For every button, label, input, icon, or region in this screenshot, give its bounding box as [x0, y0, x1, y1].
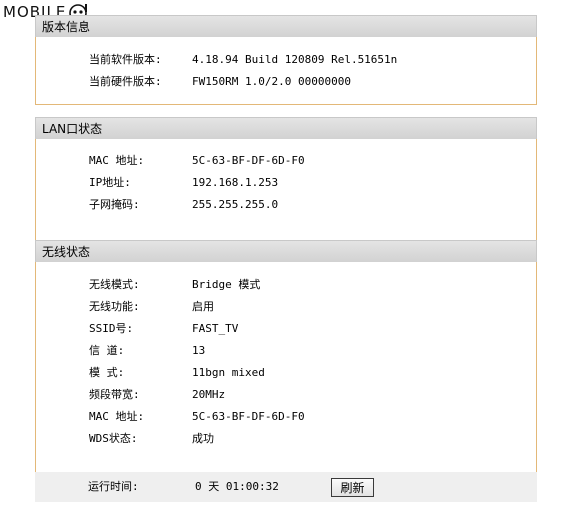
- row-label: 模 式:: [89, 366, 125, 379]
- wireless-function-row: 无线功能: 启用: [89, 298, 214, 316]
- row-label: 无线模式:: [89, 278, 140, 291]
- version-info-panel: 版本信息 当前软件版本: 4.18.94 Build 120809 Rel.516…: [35, 15, 537, 105]
- panel-title: 版本信息: [35, 15, 537, 37]
- panel-body: 当前软件版本: 4.18.94 Build 120809 Rel.51651n 当…: [35, 37, 537, 105]
- refresh-button[interactable]: 刷新: [331, 478, 374, 497]
- row-label: 当前软件版本:: [89, 53, 162, 66]
- row-value: 192.168.1.253: [192, 176, 279, 189]
- uptime-value: 0 天 01:00:32: [195, 480, 279, 493]
- row-value: FAST_TV: [192, 322, 239, 335]
- row-value: 13: [192, 344, 206, 357]
- software-version-row: 当前软件版本: 4.18.94 Build 120809 Rel.51651n: [89, 51, 397, 69]
- row-value: 启用: [192, 300, 214, 313]
- bandwidth-row: 频段带宽: 20MHz: [89, 386, 225, 404]
- row-value: 4.18.94 Build 120809 Rel.51651n: [192, 53, 398, 66]
- wireless-mode-row: 无线模式: Bridge 模式: [89, 276, 260, 294]
- lan-subnet-row: 子网掩码: 255.255.255.0: [89, 196, 278, 214]
- panel-title: 无线状态: [35, 240, 537, 262]
- row-value: 5C-63-BF-DF-6D-F0: [192, 410, 305, 423]
- wireless-status-panel: 无线状态 无线模式: Bridge 模式 无线功能: 启用 SSID号: FAST_T…: [35, 240, 537, 484]
- row-value: 255.255.255.0: [192, 198, 279, 211]
- row-value: 11bgn mixed: [192, 366, 265, 379]
- wds-status-row: WDS状态: 成功: [89, 430, 214, 448]
- ssid-row: SSID号: FAST_TV: [89, 320, 238, 338]
- lan-ip-row: IP地址: 192.168.1.253: [89, 174, 278, 192]
- uptime-bar: 运行时间: 0 天 01:00:32 刷新: [35, 472, 537, 502]
- uptime-label: 运行时间:: [88, 480, 139, 493]
- panel-body: 无线模式: Bridge 模式 无线功能: 启用 SSID号: FAST_TV 信 道…: [35, 262, 537, 484]
- row-value: Bridge 模式: [192, 278, 261, 291]
- lan-mac-row: MAC 地址: 5C-63-BF-DF-6D-F0: [89, 152, 305, 170]
- wireless-standard-row: 模 式: 11bgn mixed: [89, 364, 265, 382]
- row-label: 当前硬件版本:: [89, 75, 162, 88]
- wireless-mac-row: MAC 地址: 5C-63-BF-DF-6D-F0: [89, 408, 305, 426]
- lan-status-panel: LAN口状态 MAC 地址: 5C-63-BF-DF-6D-F0 IP地址: 192…: [35, 117, 537, 251]
- panel-body: MAC 地址: 5C-63-BF-DF-6D-F0 IP地址: 192.168.1.…: [35, 139, 537, 251]
- row-label: 频段带宽:: [89, 388, 140, 401]
- row-label: WDS状态:: [89, 432, 138, 445]
- row-label: IP地址:: [89, 176, 131, 189]
- row-label: MAC 地址:: [89, 154, 145, 167]
- panel-title: LAN口状态: [35, 117, 537, 139]
- row-label: MAC 地址:: [89, 410, 145, 423]
- row-label: 信 道:: [89, 344, 125, 357]
- row-value: 20MHz: [192, 388, 226, 401]
- row-value: 5C-63-BF-DF-6D-F0: [192, 154, 305, 167]
- channel-row: 信 道: 13: [89, 342, 205, 360]
- row-value: FW150RM 1.0/2.0 00000000: [192, 75, 351, 88]
- hardware-version-row: 当前硬件版本: FW150RM 1.0/2.0 00000000: [89, 73, 351, 91]
- row-value: 成功: [192, 432, 214, 445]
- row-label: SSID号:: [89, 322, 134, 335]
- row-label: 无线功能:: [89, 300, 140, 313]
- row-label: 子网掩码:: [89, 198, 140, 211]
